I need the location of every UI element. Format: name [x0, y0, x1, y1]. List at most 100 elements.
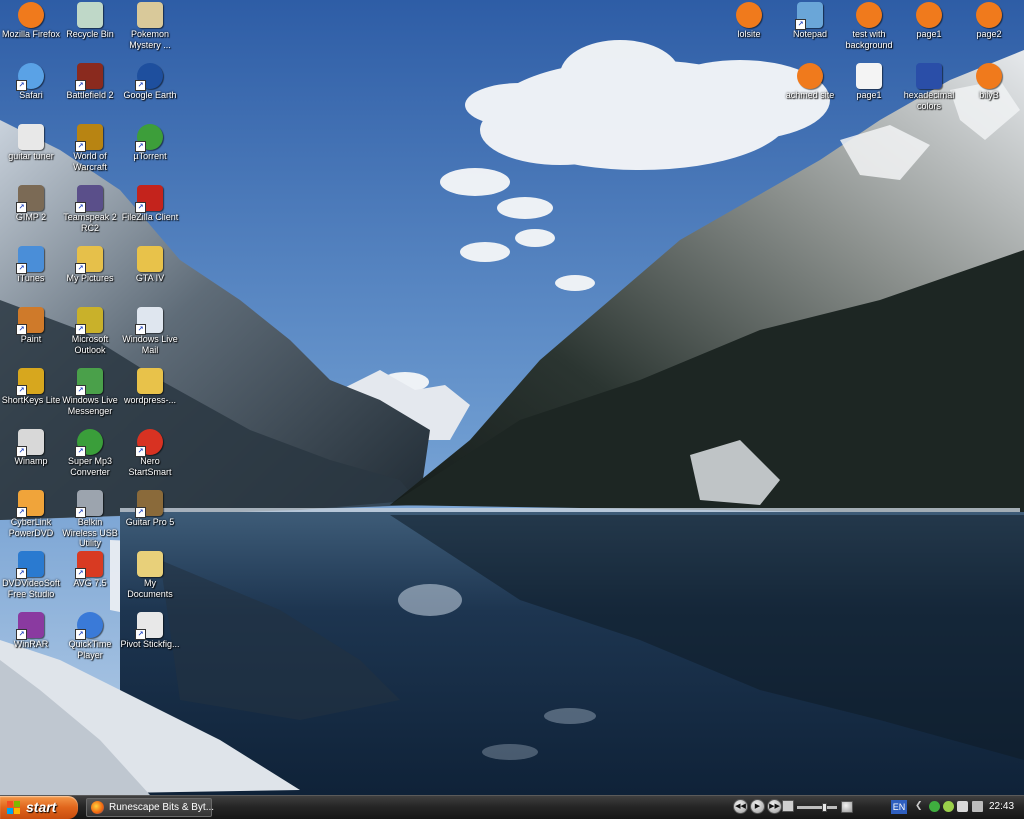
desktop-icon-page1[interactable]: page1	[898, 1, 960, 61]
desktop-icon-pokemon-mystery[interactable]: Pokemon Mystery ...	[119, 1, 181, 61]
firefox-html-icon	[736, 2, 762, 28]
safari-icon: ↗	[16, 63, 44, 91]
desktop-icon-world-of-warcraft[interactable]: ↗ World of Warcraft	[59, 123, 121, 183]
messenger-icon: ↗	[75, 368, 103, 396]
firefox-html-icon	[797, 63, 823, 89]
desktop-icon-label: page2	[976, 29, 1002, 39]
desktop-icon-page2[interactable]: page2	[958, 1, 1020, 61]
desktop-icon-super-mp3-converter[interactable]: ↗ Super Mp3 Converter	[59, 428, 121, 488]
desktop-icon-gta-iv[interactable]: GTA IV	[119, 245, 181, 305]
desktop-icon-guitar-tuner[interactable]: guitar tuner	[0, 123, 62, 183]
desktop-icon-teamspeak-2-rc2[interactable]: ↗ Teamspeak 2 RC2	[59, 184, 121, 244]
speaker-icon[interactable]	[782, 800, 794, 812]
desktop-icon-cyberlink-powerdvd[interactable]: ↗ CyberLink PowerDVD	[0, 489, 62, 549]
chevron-left-icon[interactable]: ❮	[915, 801, 926, 812]
utorrent-tray-icon[interactable]	[943, 801, 954, 812]
shortcut-arrow-icon: ↗	[16, 263, 27, 274]
filezilla-icon: ↗	[135, 185, 163, 213]
desktop-icon-label: FileZilla Client	[121, 212, 179, 222]
desktop-icon-label: Pivot Stickfig...	[120, 639, 180, 649]
desktop-icon-achmed-site[interactable]: achmed site	[779, 62, 841, 122]
language-indicator[interactable]: EN	[891, 800, 907, 814]
desktop-icon-shortkeys-lite[interactable]: ↗ ShortKeys Lite	[0, 367, 62, 427]
play-icon[interactable]: ▶	[750, 799, 765, 814]
desktop-icon-gimp-2[interactable]: ↗ GIMP 2	[0, 184, 62, 244]
desktop-icon-label: guitar tuner	[8, 151, 54, 161]
desktop-icon-label: µTorrent	[133, 151, 167, 161]
desktop-icon-label: achmed site	[785, 90, 835, 100]
wireless-icon: ↗	[75, 490, 103, 518]
desktop-icon-recycle-bin[interactable]: Recycle Bin	[59, 1, 121, 61]
desktop-icon-label: Belkin Wireless USB Utility	[62, 517, 118, 548]
desktop-icon-page1[interactable]: page1	[838, 62, 900, 122]
desktop-icon-label: Teamspeak 2 RC2	[63, 212, 117, 233]
desktop-icon-hexadecimal-colors[interactable]: hexadecimal colors	[898, 62, 960, 122]
desktop-icon-label: Super Mp3 Converter	[67, 456, 113, 477]
network-icon[interactable]	[957, 801, 968, 812]
volume-tray-icon[interactable]	[972, 801, 983, 812]
start-label: start	[26, 799, 57, 815]
desktop-icon-my-documents[interactable]: My Documents	[119, 550, 181, 610]
desktop-icon-nero-startsmart[interactable]: ↗ Nero StartSmart	[119, 428, 181, 488]
quicktime-icon: ↗	[75, 612, 103, 640]
desktop-icon-bilyb[interactable]: bilyB	[958, 62, 1020, 122]
desktop-icon-avg-7-5[interactable]: ↗ AVG 7.5	[59, 550, 121, 610]
desktop-icon-paint[interactable]: ↗ Paint	[0, 306, 62, 366]
messenger-tray-icon[interactable]	[929, 801, 940, 812]
desktop-icon-itunes[interactable]: ↗ iTunes	[0, 245, 62, 305]
firefox-html-icon	[916, 2, 942, 28]
desktop-icon-guitar-pro-5[interactable]: ↗ Guitar Pro 5	[119, 489, 181, 549]
desktop-icon-windows-live-mail[interactable]: ↗ Windows Live Mail	[119, 306, 181, 366]
desktop-icon-windows-live-messenger[interactable]: ↗ Windows Live Messenger	[59, 367, 121, 427]
desktop-icon-label: Paint	[20, 334, 42, 344]
desktop-icon-winrar[interactable]: ↗ WinRAR	[0, 611, 62, 671]
shortcut-arrow-icon: ↗	[135, 629, 146, 640]
desktop-icon-notepad[interactable]: ↗ Notepad	[779, 1, 841, 61]
desktop-icon-belkin-wireless-usb-utility[interactable]: ↗ Belkin Wireless USB Utility	[59, 489, 121, 549]
shortcut-arrow-icon: ↗	[135, 507, 146, 518]
desktop-icon-label: QuickTime Player	[68, 639, 112, 660]
desktop-icon-mozilla-firefox[interactable]: Mozilla Firefox	[0, 1, 62, 61]
desktop-icon-filezilla-client[interactable]: ↗ FileZilla Client	[119, 184, 181, 244]
shortcut-arrow-icon: ↗	[75, 446, 86, 457]
warcraft-icon: ↗	[75, 124, 103, 152]
desktop-icon-test-with-background[interactable]: test with background	[838, 1, 900, 61]
volume-slider-knob[interactable]	[822, 803, 827, 812]
desktop-icon-google-earth[interactable]: ↗ Google Earth	[119, 62, 181, 122]
text-file-icon	[856, 63, 882, 89]
paint-icon: ↗	[16, 307, 44, 335]
shortcut-arrow-icon: ↗	[135, 202, 146, 213]
desktop-icon-label: CyberLink PowerDVD	[8, 517, 54, 538]
desktop-icon-label: Google Earth	[123, 90, 177, 100]
next-track-icon[interactable]: ▶▶	[767, 799, 782, 814]
volume-slider[interactable]	[797, 803, 837, 812]
desktop-icon-label: Recycle Bin	[66, 29, 114, 39]
desktop-icon-torrent[interactable]: ↗ µTorrent	[119, 123, 181, 183]
desktop-icon-label: GTA IV	[135, 273, 165, 283]
desktop-icon-winamp[interactable]: ↗ Winamp	[0, 428, 62, 488]
desktop-icon-label: lolsite	[737, 29, 761, 39]
shortcut-arrow-icon: ↗	[75, 507, 86, 518]
desktop-icon-microsoft-outlook[interactable]: ↗ Microsoft Outlook	[59, 306, 121, 366]
desktop-icon-lolsite[interactable]: lolsite	[718, 1, 780, 61]
restore-player-icon[interactable]	[841, 801, 853, 813]
desktop-icon-quicktime-player[interactable]: ↗ QuickTime Player	[59, 611, 121, 671]
previous-track-icon[interactable]: ◀◀	[733, 799, 748, 814]
firefox-html-icon	[856, 2, 882, 28]
desktop-icon-wordpress[interactable]: wordpress-...	[119, 367, 181, 427]
taskbar-window-button[interactable]: Runescape Bits & Byt...	[86, 798, 214, 817]
firefox-html-icon	[976, 63, 1002, 89]
windows-logo-icon	[7, 801, 21, 814]
desktop-icon-dvdvideosoft-free-studio[interactable]: ↗ DVDVideoSoft Free Studio	[0, 550, 62, 610]
shortcut-arrow-icon: ↗	[16, 629, 27, 640]
desktop-icon-safari[interactable]: ↗ Safari	[0, 62, 62, 122]
desktop-icon-label: Battlefield 2	[66, 90, 114, 100]
shortcut-arrow-icon: ↗	[16, 324, 27, 335]
shortcut-arrow-icon: ↗	[75, 385, 86, 396]
shortcut-arrow-icon: ↗	[16, 568, 27, 579]
desktop-icon-pivot-stickfig[interactable]: ↗ Pivot Stickfig...	[119, 611, 181, 671]
desktop-icon-my-pictures[interactable]: ↗ My Pictures	[59, 245, 121, 305]
desktop-icon-battlefield-2[interactable]: ↗ Battlefield 2	[59, 62, 121, 122]
start-button[interactable]: start	[0, 796, 78, 819]
flash-icon	[18, 124, 44, 150]
